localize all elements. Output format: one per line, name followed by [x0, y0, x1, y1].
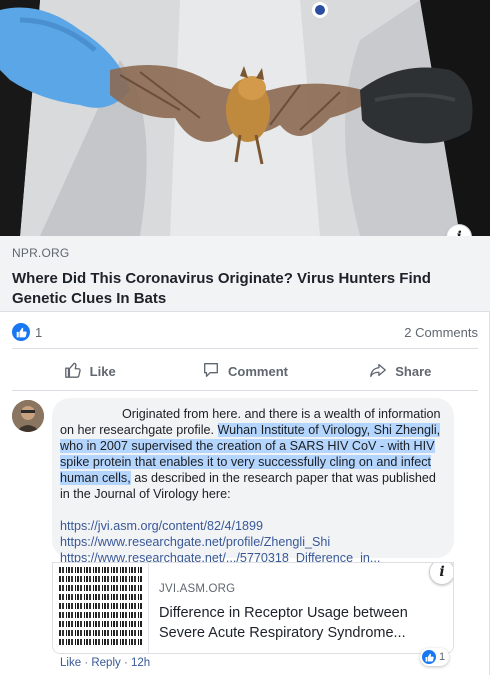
like-button-label: Like — [89, 363, 116, 379]
preview-thumbnail — [53, 563, 149, 653]
comment-button-label: Comment — [228, 363, 288, 379]
separator: · — [123, 657, 128, 669]
like-count: 1 — [35, 324, 43, 340]
share-button[interactable]: Share — [323, 354, 478, 388]
like-reaction-icon — [12, 323, 30, 341]
post-card: i NPR.ORG Where Did This Coronavirus Ori… — [0, 0, 490, 675]
thumbs-up-icon — [64, 361, 82, 382]
divider — [12, 348, 478, 349]
link-domain: NPR.ORG — [12, 246, 70, 260]
comment-like-count: 1 — [439, 651, 446, 663]
comment-link[interactable]: https://jvi.asm.org/content/82/4/1899 — [60, 518, 446, 534]
share-button-label: Share — [395, 363, 432, 379]
comment-bubble: Originated from here. and there is a wea… — [52, 398, 454, 565]
comment-icon — [202, 361, 220, 382]
share-icon — [369, 361, 387, 382]
comment-timestamp[interactable]: 12h — [131, 657, 150, 669]
like-reaction-icon — [422, 650, 436, 664]
like-button[interactable]: Like — [12, 354, 167, 388]
reaction-summary[interactable]: 1 — [12, 323, 42, 341]
comment-body: Originated from here. and there is a wea… — [60, 406, 446, 502]
comment-footer: Like · Reply · 12h — [60, 657, 150, 669]
separator: · — [84, 657, 89, 669]
comment-like-link[interactable]: Like — [60, 657, 81, 669]
comment-link[interactable]: https://www.researchgate.net/profile/Zhe… — [60, 534, 446, 550]
preview-title[interactable]: Difference in Receptor Usage between Sev… — [159, 603, 445, 643]
action-bar: Like Comment Share — [12, 354, 478, 388]
preview-meta: JVI.ASM.ORG Difference in Receptor Usage… — [159, 583, 445, 643]
divider — [12, 390, 478, 391]
preview-domain: JVI.ASM.ORG — [159, 583, 236, 595]
comment-reply-link[interactable]: Reply — [91, 657, 120, 669]
comment-button[interactable]: Comment — [167, 354, 322, 388]
commenter-avatar[interactable] — [12, 400, 44, 432]
preview-info-icon[interactable]: i — [429, 563, 453, 585]
link-hero-image[interactable]: i — [0, 0, 490, 236]
link-title[interactable]: Where Did This Coronavirus Originate? Vi… — [12, 269, 472, 309]
link-preview-meta[interactable]: NPR.ORG Where Did This Coronavirus Origi… — [0, 236, 490, 312]
reaction-stats: 1 2 Comments — [12, 320, 478, 344]
comment-reaction-count[interactable]: 1 — [420, 648, 450, 666]
comment-links: https://jvi.asm.org/content/82/4/1899 ht… — [60, 518, 446, 566]
comment-link-preview[interactable]: JVI.ASM.ORG Difference in Receptor Usage… — [52, 562, 454, 654]
comments-count[interactable]: 2 Comments — [404, 325, 478, 340]
